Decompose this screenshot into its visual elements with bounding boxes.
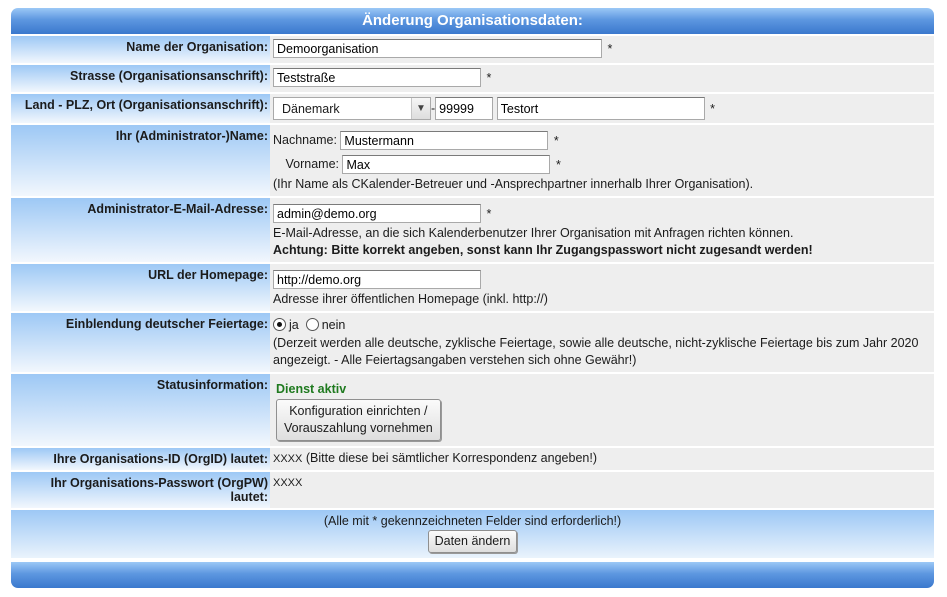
- row-footer: (Alle mit * gekennzeichneten Felder sind…: [11, 510, 934, 558]
- required-marker: *: [486, 206, 492, 221]
- holidays-label: Einblendung deutscher Feiertage:: [11, 313, 270, 372]
- admin-name-label: Ihr (Administrator-)Name:: [11, 125, 270, 196]
- row-admin-email: Administrator-E-Mail-Adresse: * E-Mail-A…: [11, 198, 934, 262]
- country-selected-value: Dänemark: [282, 102, 340, 116]
- row-homepage: URL der Homepage: Adresse ihrer öffentli…: [11, 264, 934, 311]
- configure-button[interactable]: Konfiguration einrichten / Vorauszahlung…: [276, 399, 441, 441]
- admin-email-input[interactable]: [273, 204, 481, 224]
- required-marker: *: [710, 101, 716, 116]
- admin-email-label: Administrator-E-Mail-Adresse:: [11, 198, 270, 262]
- row-street: Strasse (Organisationsanschrift): *: [11, 65, 934, 92]
- row-admin-name: Ihr (Administrator-)Name: Nachname: * Vo…: [11, 125, 934, 196]
- row-status: Statusinformation: Dienst aktiv Konfigur…: [11, 374, 934, 446]
- country-select[interactable]: Dänemark ▼: [273, 97, 431, 120]
- street-input[interactable]: [273, 68, 481, 87]
- form-table: Name der Organisation: * Strasse (Organi…: [11, 34, 934, 560]
- required-marker: *: [607, 41, 613, 56]
- chevron-down-icon[interactable]: ▼: [411, 98, 430, 119]
- street-label: Strasse (Organisationsanschrift):: [11, 65, 270, 92]
- orgpw-label: Ihr Organisations-Passwort (OrgPW) laute…: [11, 472, 270, 508]
- row-orgid: Ihre Organisations-ID (OrgID) lautet: XX…: [11, 448, 934, 470]
- zip-input[interactable]: [435, 97, 494, 120]
- admin-email-note: E-Mail-Adresse, an die sich Kalenderbenu…: [273, 226, 794, 240]
- admin-email-warning: Achtung: Bitte korrekt angeben, sonst ka…: [273, 243, 813, 257]
- holidays-yes-radio[interactable]: [273, 318, 286, 331]
- row-orgpw: Ihr Organisations-Passwort (OrgPW) laute…: [11, 472, 934, 508]
- bottom-bar: [11, 562, 934, 588]
- org-data-form: Änderung Organisationsdaten: Name der Or…: [11, 8, 934, 588]
- last-name-input[interactable]: [340, 131, 549, 151]
- orgid-label: Ihre Organisations-ID (OrgID) lautet:: [11, 448, 270, 470]
- required-marker: *: [486, 70, 492, 85]
- orgid-value: XXXX: [273, 453, 303, 465]
- configure-button-line2: Vorauszahlung vornehmen: [284, 421, 433, 435]
- holidays-no-radio[interactable]: [305, 318, 319, 331]
- city-input[interactable]: [496, 97, 705, 120]
- homepage-label: URL der Homepage:: [11, 264, 270, 311]
- homepage-input[interactable]: [273, 270, 481, 290]
- first-name-input[interactable]: [342, 155, 551, 175]
- last-name-label: Nachname:: [273, 133, 337, 147]
- org-name-input[interactable]: [273, 39, 602, 58]
- org-name-label: Name der Organisation:: [11, 36, 270, 63]
- address-label: Land - PLZ, Ort (Organisationsanschrift)…: [11, 94, 270, 123]
- homepage-note: Adresse ihrer öffentlichen Homepage (ink…: [273, 292, 548, 306]
- first-name-label: Vorname:: [285, 157, 339, 171]
- holidays-note: (Derzeit werden alle deutsche, zyklische…: [273, 336, 919, 367]
- required-marker: *: [555, 157, 561, 172]
- required-fields-note: (Alle mit * gekennzeichneten Felder sind…: [323, 514, 622, 528]
- orgid-note: (Bitte diese bei sämtlicher Korresponden…: [305, 451, 597, 465]
- submit-button[interactable]: Daten ändern: [427, 530, 518, 553]
- row-address: Land - PLZ, Ort (Organisationsanschrift)…: [11, 94, 934, 123]
- admin-name-note: (Ihr Name als CKalender-Betreuer und -An…: [273, 177, 754, 191]
- holidays-yes-label[interactable]: ja: [289, 318, 299, 332]
- status-value: Dienst aktiv: [276, 382, 347, 396]
- row-org-name: Name der Organisation: *: [11, 36, 934, 63]
- required-marker: *: [553, 133, 559, 148]
- row-holidays: Einblendung deutscher Feiertage: ja nein…: [11, 313, 934, 372]
- holidays-no-label[interactable]: nein: [322, 318, 346, 332]
- form-title: Änderung Organisationsdaten:: [11, 8, 934, 34]
- orgpw-value: XXXX: [273, 477, 303, 489]
- status-label: Statusinformation:: [11, 374, 270, 446]
- configure-button-line1: Konfiguration einrichten /: [289, 404, 428, 418]
